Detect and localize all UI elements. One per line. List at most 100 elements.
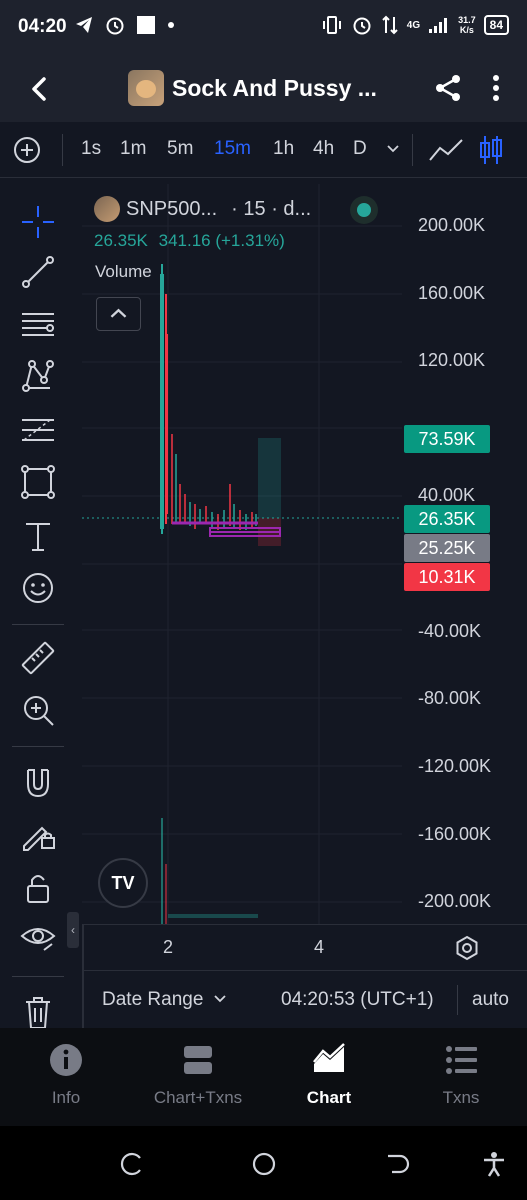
- tab-chart-txns[interactable]: Chart+Txns: [138, 1042, 258, 1108]
- symbol-name: SNP500...: [126, 197, 218, 220]
- tab-label: Info: [51, 1088, 81, 1107]
- price-change: 341.16 (+1.31%): [158, 231, 285, 250]
- last-price: 26.35K: [94, 231, 148, 250]
- notification-square-icon: [137, 16, 155, 34]
- volume-legend[interactable]: Volume: [95, 262, 152, 282]
- eye-icon[interactable]: [20, 920, 56, 956]
- candle-body: [160, 274, 164, 529]
- vibrate-icon: [322, 16, 341, 34]
- price-axis-label: -200.00K: [418, 891, 492, 911]
- drawing-toolbar: [12, 184, 76, 1030]
- bottom-tab-bar: Info Chart+Txns Chart Txns: [0, 1028, 527, 1126]
- auto-scale-button[interactable]: auto: [472, 989, 509, 1011]
- back-arrow-icon[interactable]: [24, 73, 56, 105]
- tab-label: Txns: [442, 1088, 480, 1107]
- timeframe-1m[interactable]: 1m: [120, 138, 146, 160]
- net-speed: 31.7 K/s: [458, 15, 476, 35]
- fib-retracement-icon[interactable]: [20, 412, 56, 448]
- price-axis-label: 120.00K: [418, 350, 486, 370]
- chevron-down-icon[interactable]: [385, 140, 401, 156]
- data-transfer-icon: [382, 15, 398, 35]
- toolbar-divider: [412, 134, 413, 166]
- timeframe-5m[interactable]: 5m: [167, 138, 193, 160]
- collapse-toolbar-handle[interactable]: ‹: [67, 912, 79, 948]
- battery-indicator: 84: [483, 15, 509, 35]
- share-icon[interactable]: [432, 72, 464, 104]
- rectangle-icon[interactable]: [20, 464, 56, 500]
- candles-chart-type-icon[interactable]: [478, 134, 504, 166]
- trash-icon[interactable]: [20, 994, 56, 1030]
- dot-icon: [168, 22, 174, 28]
- trend-line-icon[interactable]: [20, 254, 56, 290]
- price-axis-label: -80.00K: [418, 688, 482, 708]
- candle-cluster: [171, 434, 257, 530]
- time-axis[interactable]: 2 4: [84, 924, 527, 970]
- time-axis-label: 2: [163, 937, 174, 957]
- ruler-icon[interactable]: [20, 640, 56, 676]
- system-nav-bar: [0, 1126, 527, 1200]
- tools-divider: [12, 746, 64, 747]
- current-price-tag: 26.35K: [404, 505, 490, 533]
- back-nav-icon[interactable]: [382, 1150, 410, 1178]
- area-chart-icon: [313, 1043, 345, 1072]
- more-vertical-icon[interactable]: [484, 72, 508, 104]
- symbol-legend[interactable]: SNP500... · 15 · d...: [94, 196, 311, 222]
- line-chart-type-icon[interactable]: [428, 136, 464, 164]
- entry-price-tag: 25.25K: [404, 534, 490, 562]
- collapse-legend-button[interactable]: [96, 297, 141, 331]
- timeframe-d[interactable]: D: [353, 138, 367, 160]
- text-tool-icon[interactable]: [20, 518, 56, 554]
- stop-loss-price-tag: 10.31K: [404, 563, 490, 591]
- home-icon[interactable]: [250, 1150, 278, 1178]
- lock-drawings-icon[interactable]: [20, 816, 56, 852]
- timeframe-15m[interactable]: 15m: [214, 138, 251, 160]
- price-values: 26.35K 341.16 (+1.31%): [94, 231, 285, 251]
- symbol-logo: [94, 196, 120, 222]
- accessibility-icon[interactable]: [480, 1150, 508, 1178]
- recents-icon[interactable]: [118, 1150, 146, 1178]
- alarm-icon: [106, 17, 124, 35]
- crosshair-icon[interactable]: [20, 204, 56, 240]
- signal-icon: [429, 18, 448, 33]
- symbol-interval: · 15 · d...: [231, 197, 312, 220]
- tradingview-logo[interactable]: TV: [98, 858, 148, 908]
- tab-chart[interactable]: Chart: [269, 1042, 389, 1108]
- tools-divider: [12, 976, 64, 977]
- price-axis-label: -120.00K: [418, 756, 492, 776]
- timeframe-1s[interactable]: 1s: [81, 138, 101, 160]
- zoom-in-icon[interactable]: [20, 692, 56, 728]
- alarm-icon: [353, 17, 371, 35]
- timezone-clock[interactable]: 04:20:53 (UTC+1): [281, 989, 434, 1011]
- bottom-bar-divider: [457, 985, 458, 1015]
- telegram-icon: [76, 17, 92, 33]
- pattern-icon[interactable]: [20, 358, 56, 394]
- token-avatar: [128, 70, 164, 106]
- date-range-button[interactable]: Date Range: [102, 989, 227, 1011]
- tab-txns[interactable]: Txns: [401, 1042, 521, 1108]
- network-type: 4G: [406, 19, 421, 31]
- status-right-icons: 4G 31.7 K/s 84: [321, 14, 509, 36]
- chart-settings-icon[interactable]: [454, 935, 480, 961]
- app-header: Sock And Pussy ...: [0, 56, 527, 122]
- tab-info[interactable]: Info: [6, 1042, 126, 1108]
- date-range-label: Date Range: [102, 989, 204, 1010]
- chevron-down-icon: [214, 995, 226, 1003]
- info-icon: [50, 1044, 82, 1076]
- status-time: 04:20: [18, 16, 67, 37]
- status-left-icons: [74, 14, 176, 36]
- chart-grid: [82, 184, 402, 924]
- candle-body: [165, 334, 168, 514]
- toolbar-divider: [62, 134, 63, 166]
- unlock-icon[interactable]: [20, 870, 56, 906]
- magnet-icon[interactable]: [20, 764, 56, 800]
- price-axis-label: -160.00K: [418, 824, 492, 844]
- add-symbol-icon[interactable]: [12, 135, 42, 165]
- timeframe-4h[interactable]: 4h: [313, 138, 334, 160]
- price-axis-label: -40.00K: [418, 621, 482, 641]
- emoji-icon[interactable]: [20, 570, 56, 606]
- list-icon: [446, 1046, 477, 1074]
- timeframe-1h[interactable]: 1h: [273, 138, 294, 160]
- horizontal-lines-icon[interactable]: [20, 306, 56, 342]
- take-profit-price-tag: 73.59K: [404, 425, 490, 453]
- market-status-indicator[interactable]: [350, 196, 378, 224]
